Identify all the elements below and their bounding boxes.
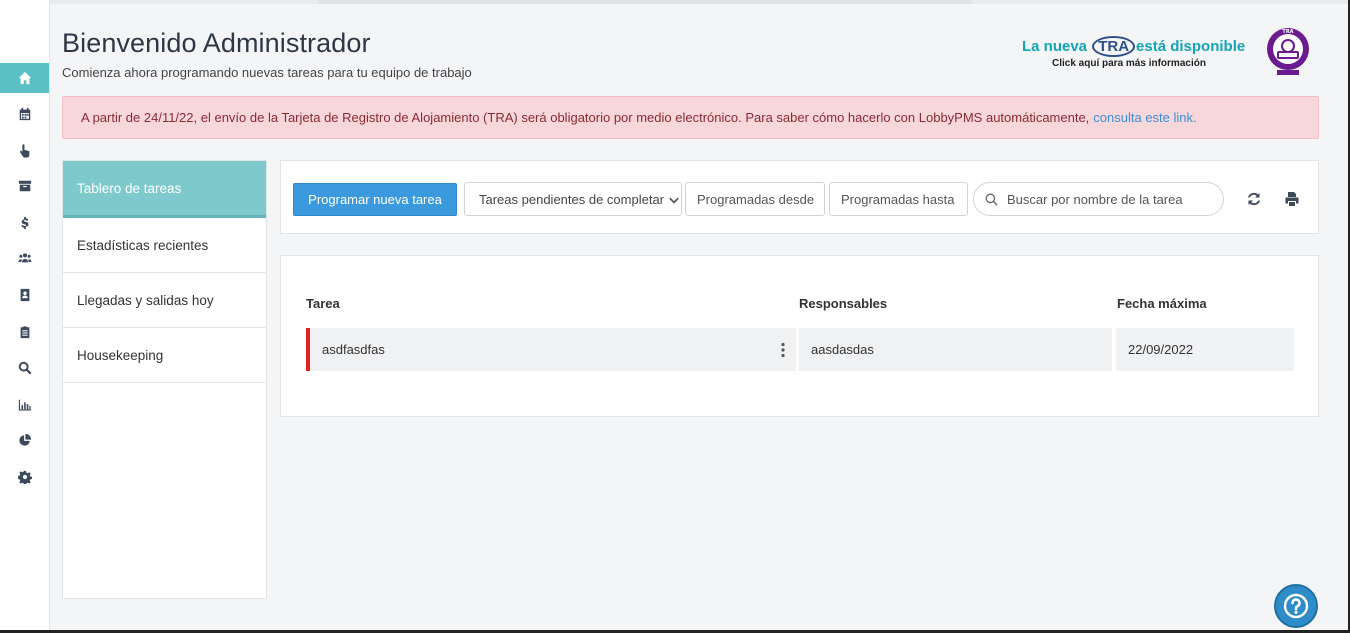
- sidebar-item-hand[interactable]: [0, 136, 49, 166]
- refresh-button[interactable]: [1246, 191, 1262, 207]
- task-search-input[interactable]: [1007, 189, 1217, 209]
- column-header-due-date: Fecha máxima: [1117, 296, 1207, 311]
- pie-chart-icon: [18, 433, 31, 446]
- alert-link[interactable]: consulta este link.: [1093, 110, 1196, 125]
- archive-icon: [18, 180, 31, 192]
- sidebar-item-users[interactable]: [0, 243, 49, 273]
- tra-banner-suffix: está disponible: [1136, 38, 1246, 55]
- dashboard-menu: Tablero de tareas Estadísticas recientes…: [62, 160, 267, 599]
- sidebar-item-contacts[interactable]: [0, 280, 49, 310]
- refresh-icon: [1248, 192, 1260, 206]
- task-table: Tarea Responsables Fecha máxima asdfasdf…: [280, 255, 1319, 417]
- gear-icon: [17, 470, 32, 484]
- sidebar-item-statistics[interactable]: [0, 425, 49, 455]
- print-button[interactable]: [1284, 191, 1300, 207]
- task-status-select[interactable]: Tareas pendientes de completar: [464, 182, 682, 216]
- task-name: asdfasdfas: [322, 342, 385, 357]
- bar-chart-icon: [18, 399, 31, 411]
- sidebar-item-calendar[interactable]: [0, 99, 49, 129]
- svg-text:TRA: TRA: [1282, 29, 1293, 35]
- tra-announcement-banner[interactable]: La nueva TRA está disponible Click aquí p…: [1022, 26, 1322, 80]
- tra-banner-subtext: Click aquí para más información: [1052, 58, 1206, 69]
- column-header-responsible: Responsables: [799, 296, 888, 311]
- hand-pointer-icon: [19, 144, 29, 158]
- contact-book-icon: [20, 288, 29, 302]
- tra-alert: A partir de 24/11/22, el envío de la Tar…: [62, 96, 1319, 139]
- search-icon: [985, 193, 998, 206]
- menu-item-recent-stats[interactable]: Estadísticas recientes: [63, 218, 266, 273]
- sidebar-item-search[interactable]: [0, 353, 49, 383]
- chevron-down-icon: [664, 193, 680, 207]
- due-date-cell: 22/09/2022: [1116, 328, 1294, 371]
- task-cell[interactable]: asdfasdfas: [306, 328, 796, 371]
- search-icon: [18, 361, 31, 375]
- more-options-icon[interactable]: [780, 342, 786, 358]
- calendar-icon: [19, 107, 30, 121]
- dollar-icon: [20, 216, 28, 230]
- alert-text: A partir de 24/11/22, el envío de la Tar…: [81, 110, 1090, 125]
- home-icon: [18, 71, 31, 85]
- task-status-value: Tareas pendientes de completar: [479, 191, 665, 207]
- column-header-task: Tarea: [306, 296, 340, 311]
- page-title: Bienvenido Administrador: [62, 28, 371, 58]
- scheduled-to-input[interactable]: [829, 182, 968, 216]
- responsible-cell: aasdasdas: [799, 328, 1112, 371]
- tra-logo-icon: TRA: [1267, 28, 1309, 75]
- new-task-button[interactable]: Programar nueva tarea: [293, 183, 457, 216]
- menu-item-task-board[interactable]: Tablero de tareas: [63, 161, 266, 218]
- top-strip: [50, 0, 1350, 4]
- help-button[interactable]: [1274, 584, 1318, 628]
- tra-banner-tra: TRA: [1092, 36, 1136, 57]
- sidebar-item-archive[interactable]: [0, 171, 49, 201]
- menu-item-housekeeping[interactable]: Housekeeping: [63, 328, 266, 383]
- task-search[interactable]: [973, 182, 1224, 216]
- tra-banner-prefix: La nueva: [1022, 38, 1088, 55]
- users-icon: [17, 253, 32, 263]
- scheduled-from-input[interactable]: [685, 182, 825, 216]
- clipboard-icon: [20, 326, 29, 339]
- task-toolbar: Programar nueva tarea Tareas pendientes …: [280, 160, 1319, 234]
- sidebar-item-home[interactable]: [0, 63, 49, 93]
- sidebar-item-finance[interactable]: [0, 208, 49, 238]
- print-icon: [1285, 192, 1299, 206]
- question-icon: [1283, 593, 1309, 619]
- sidebar-item-settings[interactable]: [0, 462, 49, 492]
- sidebar-item-tasks[interactable]: [0, 317, 49, 347]
- tra-banner-headline: La nueva TRA está disponible: [1022, 36, 1245, 57]
- sidebar: [0, 0, 50, 630]
- menu-item-arrivals-departures[interactable]: Llegadas y salidas hoy: [63, 273, 266, 328]
- page-subtitle: Comienza ahora programando nuevas tareas…: [62, 65, 472, 80]
- sidebar-item-reports[interactable]: [0, 390, 49, 420]
